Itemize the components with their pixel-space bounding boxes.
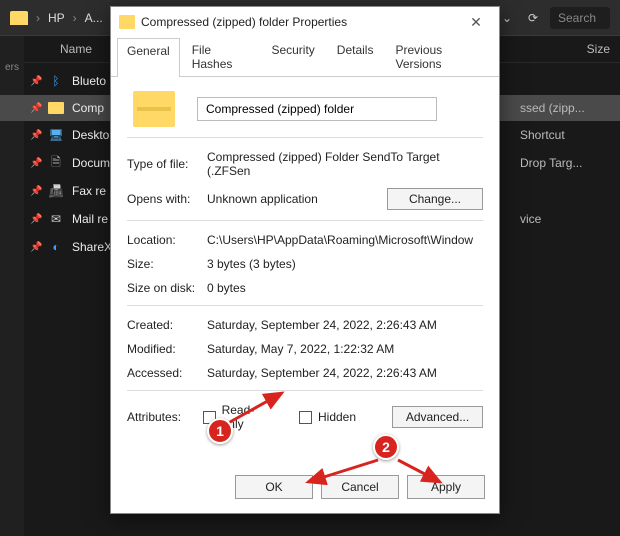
label-type: Type of file: xyxy=(127,157,197,171)
documents-icon: 🗎 xyxy=(48,155,64,171)
advanced-button[interactable]: Advanced... xyxy=(392,406,483,428)
label-size: Size: xyxy=(127,257,197,271)
breadcrumb-appdata[interactable]: A... xyxy=(85,11,103,25)
tab-security[interactable]: Security xyxy=(261,37,324,76)
value-type: Compressed (zipped) Folder SendTo Target… xyxy=(207,150,483,178)
dialog-body: Type of file: Compressed (zipped) Folder … xyxy=(111,77,499,465)
change-button[interactable]: Change... xyxy=(387,188,483,210)
label-location: Location: xyxy=(127,233,197,247)
folder-icon xyxy=(10,11,28,25)
value-size-on-disk: 0 bytes xyxy=(207,281,483,295)
filename-input[interactable] xyxy=(197,97,437,121)
dialog-title: Compressed (zipped) folder Properties xyxy=(141,15,455,29)
tab-file-hashes[interactable]: File Hashes xyxy=(182,37,260,76)
label-created: Created: xyxy=(127,318,197,332)
search-input[interactable]: Search xyxy=(550,7,610,29)
pin-icon: 📌 xyxy=(30,103,40,114)
label-opens-with: Opens with: xyxy=(127,192,197,206)
column-size[interactable]: Size xyxy=(587,42,610,56)
checkbox-icon xyxy=(299,411,312,424)
sharex-icon: ◐ xyxy=(48,239,64,255)
chevron-icon: › xyxy=(73,11,77,25)
zip-folder-icon xyxy=(48,102,64,114)
label-accessed: Accessed: xyxy=(127,366,197,380)
value-modified: Saturday, May 7, 2022, 1:22:32 AM xyxy=(207,342,483,356)
value-opens-with: Unknown application xyxy=(207,192,377,206)
dialog-buttons: OK Cancel Apply xyxy=(111,465,499,513)
pin-icon: 📌 xyxy=(30,158,40,169)
mail-icon: ✉ xyxy=(48,211,64,227)
bluetooth-icon: ᛒ xyxy=(48,73,64,89)
chevron-icon: › xyxy=(36,11,40,25)
ok-button[interactable]: OK xyxy=(235,475,313,499)
tab-details[interactable]: Details xyxy=(327,37,384,76)
label-attributes: Attributes: xyxy=(127,410,193,424)
tab-previous-versions[interactable]: Previous Versions xyxy=(385,37,493,76)
refresh-icon[interactable]: ⟳ xyxy=(524,11,542,25)
properties-dialog: Compressed (zipped) folder Properties ✕ … xyxy=(110,6,500,514)
pin-icon: 📌 xyxy=(30,76,40,87)
column-name[interactable]: Name xyxy=(60,42,92,56)
apply-button[interactable]: Apply xyxy=(407,475,485,499)
label-size-on-disk: Size on disk: xyxy=(127,281,197,295)
callout-1: 1 xyxy=(207,418,233,444)
zip-folder-icon xyxy=(119,15,135,29)
close-icon[interactable]: ✕ xyxy=(461,14,491,31)
pin-icon: 📌 xyxy=(30,130,40,141)
value-created: Saturday, September 24, 2022, 2:26:43 AM xyxy=(207,318,483,332)
breadcrumb-hp[interactable]: HP xyxy=(48,11,65,25)
callout-2: 2 xyxy=(373,434,399,460)
desktop-icon: 🖥 xyxy=(48,127,64,143)
value-accessed: Saturday, September 24, 2022, 2:26:43 AM xyxy=(207,366,483,380)
pin-icon: 📌 xyxy=(30,214,40,225)
label-modified: Modified: xyxy=(127,342,197,356)
dropdown-icon[interactable]: ⌄ xyxy=(498,11,516,25)
cancel-button[interactable]: Cancel xyxy=(321,475,399,499)
zip-folder-icon xyxy=(133,91,175,127)
tab-strip: General File Hashes Security Details Pre… xyxy=(111,37,499,77)
value-location: C:\Users\HP\AppData\Roaming\Microsoft\Wi… xyxy=(207,233,483,247)
hidden-checkbox[interactable]: Hidden xyxy=(299,410,356,424)
pin-icon: 📌 xyxy=(30,242,40,253)
tab-general[interactable]: General xyxy=(117,38,180,77)
value-size: 3 bytes (3 bytes) xyxy=(207,257,483,271)
pin-icon: 📌 xyxy=(30,186,40,197)
fax-icon: 📠 xyxy=(48,183,64,199)
titlebar: Compressed (zipped) folder Properties ✕ xyxy=(111,7,499,37)
